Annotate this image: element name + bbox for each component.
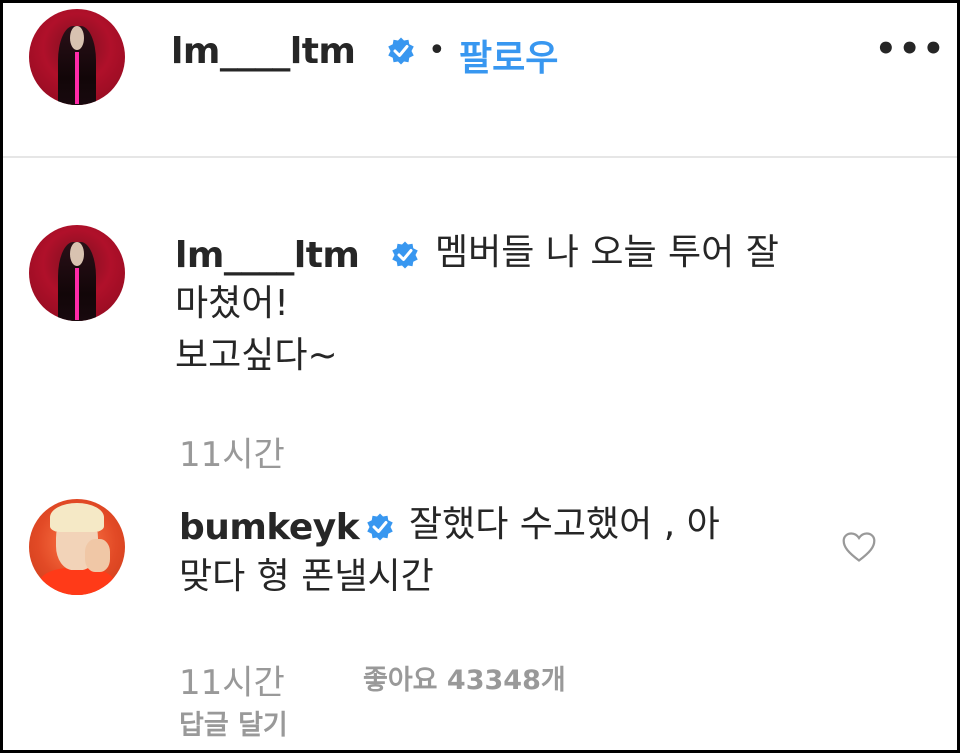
verified-badge-icon — [367, 513, 393, 541]
comment-timestamp[interactable]: 11시간 — [179, 427, 285, 476]
comment-username[interactable]: bumkeyk — [179, 507, 360, 548]
header-username[interactable]: lm____ltm — [171, 31, 356, 72]
heart-icon[interactable] — [841, 530, 877, 564]
verified-badge-icon — [388, 37, 414, 65]
like-count[interactable]: 좋아요 43348개 — [363, 658, 566, 697]
avatar[interactable] — [29, 225, 125, 321]
separator-dot: • — [428, 33, 446, 68]
avatar[interactable] — [29, 499, 125, 595]
comment-username[interactable]: lm____ltm — [175, 235, 360, 276]
comment-text: 맞다 형 폰낼시간 — [179, 556, 434, 597]
verified-badge-icon — [392, 241, 418, 269]
comment-text: 마쳤어! — [175, 283, 289, 324]
comment-panel: lm____ltm • 팔로우 ••• lm____ltm 멤버들 나 오늘 투… — [0, 0, 960, 753]
comment-text: 멤버들 나 오늘 투어 잘 — [435, 232, 779, 273]
comment-text: 잘했다 수고했어 , 아 — [409, 504, 720, 545]
follow-button[interactable]: 팔로우 — [459, 29, 558, 81]
divider — [3, 156, 957, 158]
comment-text: 보고싶다~ — [175, 335, 338, 376]
comment-timestamp[interactable]: 11시간 — [179, 655, 285, 704]
avatar[interactable] — [29, 9, 125, 105]
post-header: lm____ltm • 팔로우 ••• — [3, 3, 957, 153]
more-options-button[interactable]: ••• — [875, 29, 946, 69]
reply-button[interactable]: 답글 달기 — [179, 703, 288, 742]
